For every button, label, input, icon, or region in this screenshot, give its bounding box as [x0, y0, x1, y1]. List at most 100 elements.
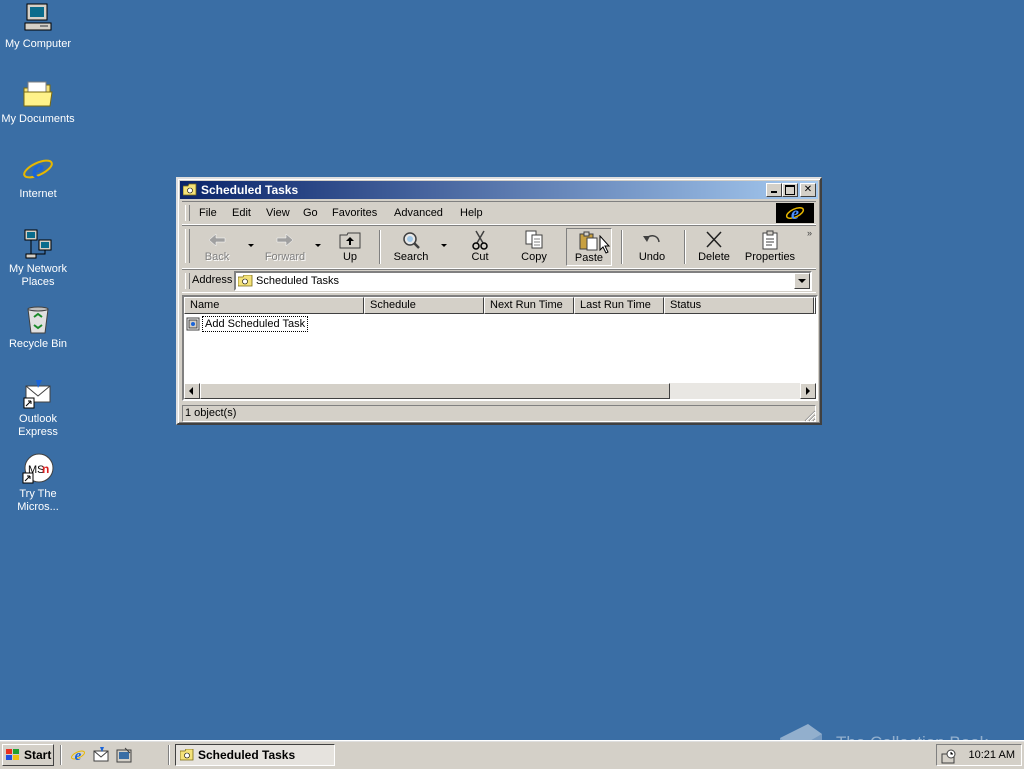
add-task-icon [186, 317, 200, 331]
menu-grip[interactable] [185, 205, 190, 221]
desktop-icon-my-documents[interactable]: My Documents [0, 78, 76, 126]
title-bar[interactable]: Scheduled Tasks ✕ [180, 181, 818, 199]
status-text: 1 object(s) [182, 405, 816, 422]
horizontal-scrollbar[interactable] [184, 383, 816, 399]
desktop-icon-my-network-places[interactable]: My Network Places [0, 228, 76, 289]
menu-go[interactable]: Go [299, 206, 322, 220]
start-label: Start [24, 748, 52, 762]
clock[interactable]: 10:21 AM [969, 748, 1015, 762]
desktop-icon-label: My Documents [1, 113, 75, 125]
delete-button[interactable]: Delete [692, 228, 736, 266]
close-button[interactable]: ✕ [800, 183, 816, 197]
copy-label: Copy [521, 251, 547, 263]
paste-clipboard-icon [577, 231, 601, 251]
cut-label: Cut [471, 251, 489, 263]
cut-button[interactable]: Cut [460, 228, 500, 266]
toolbar-separator [684, 230, 686, 264]
toolbar-grip[interactable] [185, 229, 190, 263]
address-value: Scheduled Tasks [256, 275, 339, 287]
file-list-view[interactable]: Name Schedule Next Run Time Last Run Tim… [182, 295, 818, 401]
system-tray: 10:21 AM [936, 744, 1022, 766]
forward-dropdown-arrow[interactable] [315, 244, 321, 247]
recycle-bin-icon [22, 303, 54, 335]
properties-label: Properties [744, 251, 796, 263]
desktop-icon-recycle-bin[interactable]: Recycle Bin [0, 303, 76, 351]
desktop-icon-outlook-express[interactable]: Outlook Express [0, 378, 76, 439]
menu-bar: File Edit View Go Favorites Advanced Hel… [182, 201, 816, 225]
minimize-button[interactable] [766, 183, 782, 197]
scroll-left-button[interactable] [184, 383, 200, 399]
column-header-name[interactable]: Name [184, 297, 364, 314]
start-button[interactable]: Start [2, 744, 54, 766]
undo-icon [640, 230, 664, 250]
delete-label: Delete [698, 251, 730, 263]
desktop-icon-label: Internet [19, 188, 57, 200]
menu-favorites[interactable]: Favorites [328, 206, 381, 220]
column-header-filler [814, 297, 816, 314]
toolbar-separator [621, 230, 623, 264]
status-bar: 1 object(s) [182, 405, 816, 423]
back-arrow-icon [205, 230, 229, 250]
maximize-icon [785, 185, 795, 195]
task-scheduler-tray-icon[interactable] [941, 748, 957, 764]
undo-button[interactable]: Undo [630, 228, 674, 266]
arrow-left-icon [189, 387, 193, 395]
quicklaunch-ie-icon[interactable]: e [70, 747, 86, 764]
toolbar-chevron-icon[interactable]: » [807, 228, 812, 238]
svg-text:n: n [42, 462, 49, 476]
address-combobox[interactable]: Scheduled Tasks [234, 271, 812, 291]
copy-button[interactable]: Copy [514, 228, 554, 266]
menu-view[interactable]: View [262, 206, 294, 220]
scissors-icon [468, 230, 492, 250]
forward-button[interactable]: Forward [258, 228, 312, 266]
maximize-button[interactable] [782, 183, 798, 197]
back-button[interactable]: Back [196, 228, 238, 266]
taskbar-button-scheduled-tasks[interactable]: Scheduled Tasks [175, 744, 335, 766]
properties-button[interactable]: Properties [742, 228, 798, 266]
ie-throbber-icon: e [776, 203, 814, 223]
folder-clock-icon [179, 748, 194, 761]
network-icon [22, 228, 54, 260]
address-bar: Address Scheduled Tasks [182, 269, 816, 293]
up-folder-icon [338, 230, 362, 250]
desktop-icon-my-computer[interactable]: My Computer [0, 3, 76, 51]
folder-icon [22, 78, 54, 110]
menu-edit[interactable]: Edit [228, 206, 255, 220]
standard-toolbar: Back Forward Up Search Cut Copy Paste Un… [182, 225, 816, 269]
undo-label: Undo [638, 251, 666, 263]
quicklaunch-outlook-icon[interactable] [93, 747, 109, 763]
scrollbar-thumb[interactable] [200, 383, 670, 399]
column-header-status[interactable]: Status [664, 297, 814, 314]
back-label: Back [204, 251, 230, 263]
back-dropdown-arrow[interactable] [248, 244, 254, 247]
toolbar-separator [379, 230, 381, 264]
arrow-right-icon [806, 387, 810, 395]
address-dropdown-button[interactable] [794, 273, 810, 289]
outlook-express-icon [22, 378, 54, 410]
desktop-icon-label: Outlook Express [18, 413, 58, 438]
column-header-schedule[interactable]: Schedule [364, 297, 484, 314]
properties-icon [758, 230, 782, 250]
quicklaunch-show-desktop-icon[interactable] [116, 747, 132, 763]
menu-advanced[interactable]: Advanced [390, 206, 447, 220]
forward-arrow-icon [273, 230, 297, 250]
search-button[interactable]: Search [388, 228, 434, 266]
address-grip[interactable] [185, 273, 190, 289]
svg-text:e: e [791, 203, 799, 223]
up-button[interactable]: Up [330, 228, 370, 266]
windows-logo-icon [6, 749, 20, 761]
up-label: Up [342, 251, 358, 263]
search-dropdown-arrow[interactable] [441, 244, 447, 247]
resize-grip-icon[interactable] [804, 410, 816, 422]
desktop-icon-msn[interactable]: MS n Try The Micros... [0, 453, 76, 514]
minimize-icon [771, 191, 777, 193]
desktop-icon-internet[interactable]: e Internet [0, 153, 76, 201]
menu-file[interactable]: File [195, 206, 221, 220]
ie-icon: e [22, 153, 54, 185]
paste-button[interactable]: Paste [566, 228, 612, 266]
column-header-last-run-time[interactable]: Last Run Time [574, 297, 664, 314]
scroll-right-button[interactable] [800, 383, 816, 399]
column-header-next-run-time[interactable]: Next Run Time [484, 297, 574, 314]
svg-text:e: e [32, 154, 44, 185]
menu-help[interactable]: Help [456, 206, 487, 220]
